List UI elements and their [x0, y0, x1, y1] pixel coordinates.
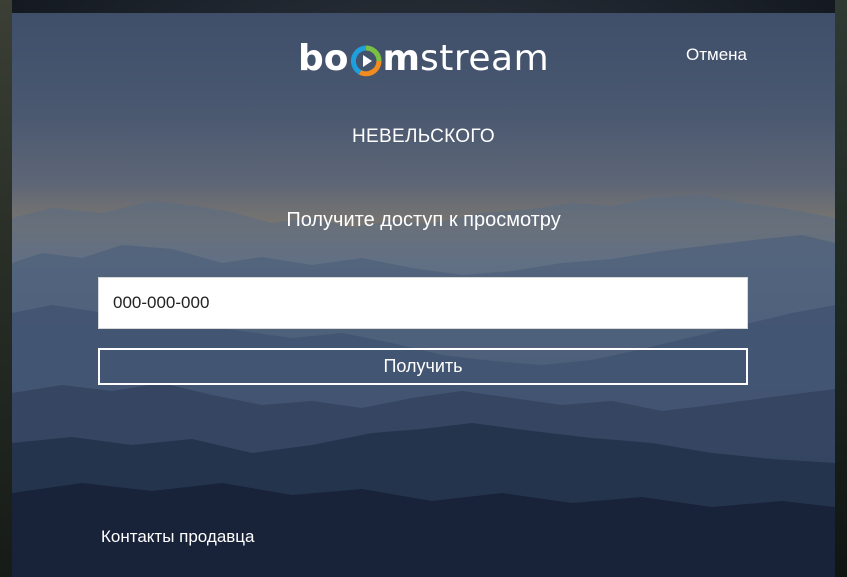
access-dialog: bo m stream Отмена НЕВЕЛЬСКОГО Получите …: [12, 13, 835, 577]
play-ring-icon: [350, 45, 382, 77]
get-access-button[interactable]: Получить: [98, 348, 748, 385]
access-headline: Получите доступ к просмотру: [286, 209, 561, 231]
logo-text-prefix: bo: [298, 38, 349, 79]
logo-text-m: m: [382, 38, 421, 79]
backdrop-right-edge: [835, 0, 847, 577]
boomstream-logo[interactable]: bo m stream: [298, 37, 550, 81]
logo-text-suffix: stream: [420, 38, 550, 79]
cancel-link[interactable]: Отмена: [686, 45, 747, 65]
backdrop-left-edge: [0, 0, 12, 577]
access-code-input[interactable]: [98, 277, 748, 329]
channel-title: НЕВЕЛЬСКОГО: [352, 126, 495, 147]
seller-contacts-link[interactable]: Контакты продавца: [101, 527, 255, 547]
